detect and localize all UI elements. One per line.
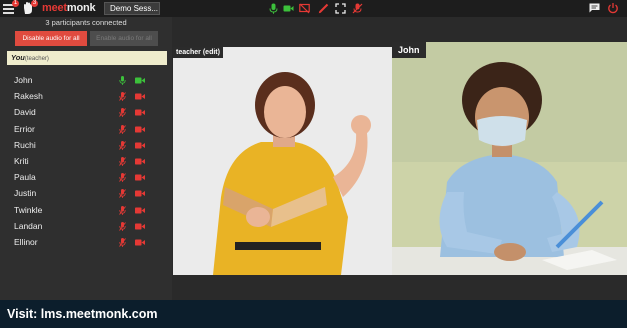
camera-off-icon[interactable] (135, 126, 145, 133)
participant-name: Rakesh (14, 91, 43, 102)
chat-icon[interactable] (589, 3, 600, 13)
camera-off-icon[interactable] (135, 190, 145, 197)
hand-badge: 3 (31, 0, 38, 7)
mic-off-icon[interactable] (119, 92, 126, 102)
meetmonk-logo: meetmonk (42, 2, 96, 14)
mic-off-icon[interactable] (119, 124, 126, 134)
participant-name: Twinkle (14, 204, 43, 215)
teacher-video-tile[interactable]: teacher (edit) (173, 47, 392, 275)
participants-panel: 3 participants connected Disable audio f… (0, 17, 172, 300)
participant-name: David (14, 107, 36, 118)
mic-off-icon[interactable] (119, 237, 126, 247)
participant-name: Paula (14, 172, 36, 183)
teacher-video-label[interactable]: teacher (edit) (173, 47, 223, 58)
camera-off-icon[interactable] (135, 93, 145, 100)
camera-on-icon[interactable] (135, 77, 145, 84)
participant-name: Justin (14, 188, 37, 199)
participant-row[interactable]: Ruchi (14, 137, 154, 153)
student-video-tile[interactable]: John (392, 42, 627, 275)
mic-icon[interactable] (268, 3, 279, 14)
participant-row[interactable]: Kriti (14, 153, 154, 169)
video-area: teacher (edit) John (172, 17, 627, 300)
student-video-label[interactable]: John (392, 42, 426, 58)
mic-off-icon[interactable] (119, 156, 126, 166)
self-label: You (11, 53, 25, 62)
participant-name: Kriti (14, 155, 29, 166)
participant-row[interactable]: Paula (14, 169, 154, 185)
mic-off-icon[interactable] (119, 173, 126, 183)
session-tab[interactable]: Demo Sess... (104, 2, 160, 15)
screen-share-off-icon[interactable] (299, 3, 310, 14)
mic-off-icon[interactable] (119, 189, 126, 199)
menu-badge: 1 (12, 0, 19, 7)
teacher-video-image (173, 47, 392, 275)
participant-row[interactable]: Twinkle (14, 202, 154, 218)
participant-row[interactable]: Ellinor (14, 234, 154, 250)
camera-off-icon[interactable] (135, 223, 145, 230)
participant-name: Errior (14, 123, 35, 134)
camera-off-icon[interactable] (135, 239, 145, 246)
top-bar: 1 3 meetmonk Demo Sess... (0, 0, 627, 17)
participant-list: John Rakesh David Errior Ruchi Kriti Pau… (14, 72, 154, 250)
mic-off-icon[interactable] (119, 140, 126, 150)
power-icon[interactable] (607, 2, 619, 14)
camera-off-icon[interactable] (135, 109, 145, 116)
mic-off-icon[interactable] (119, 108, 126, 118)
self-row: You(teacher) (7, 51, 167, 65)
participants-count: 3 participants connected (45, 18, 127, 27)
disable-audio-button[interactable]: Disable audio for all (15, 31, 87, 46)
student-video-image (392, 42, 627, 275)
footer-banner: Visit: lms.meetmonk.com (0, 300, 627, 328)
participant-name: Ellinor (14, 236, 38, 247)
participant-name: John (14, 75, 33, 85)
participant-row[interactable]: John (14, 72, 154, 88)
fullscreen-icon[interactable] (335, 3, 346, 14)
mute-all-icon[interactable] (352, 3, 363, 14)
participant-row[interactable]: Errior (14, 121, 154, 137)
mic-off-icon[interactable] (119, 221, 126, 231)
self-role: (teacher) (24, 56, 49, 62)
participant-row[interactable]: Landan (14, 218, 154, 234)
camera-off-icon[interactable] (135, 158, 145, 165)
participant-name: Landan (14, 220, 43, 231)
camera-off-icon[interactable] (135, 207, 145, 214)
camera-off-icon[interactable] (135, 142, 145, 149)
mic-on-icon[interactable] (119, 76, 126, 85)
mic-off-icon[interactable] (119, 205, 126, 215)
participant-row[interactable]: David (14, 104, 154, 120)
participant-row[interactable]: Justin (14, 185, 154, 201)
participant-row[interactable]: Rakesh (14, 88, 154, 104)
enable-audio-button[interactable]: Enable audio for all (90, 31, 158, 46)
camera-icon[interactable] (283, 3, 294, 14)
participant-name: Ruchi (14, 139, 36, 150)
camera-off-icon[interactable] (135, 174, 145, 181)
footer-text: Visit: lms.meetmonk.com (7, 307, 158, 321)
pen-icon[interactable] (318, 3, 329, 14)
